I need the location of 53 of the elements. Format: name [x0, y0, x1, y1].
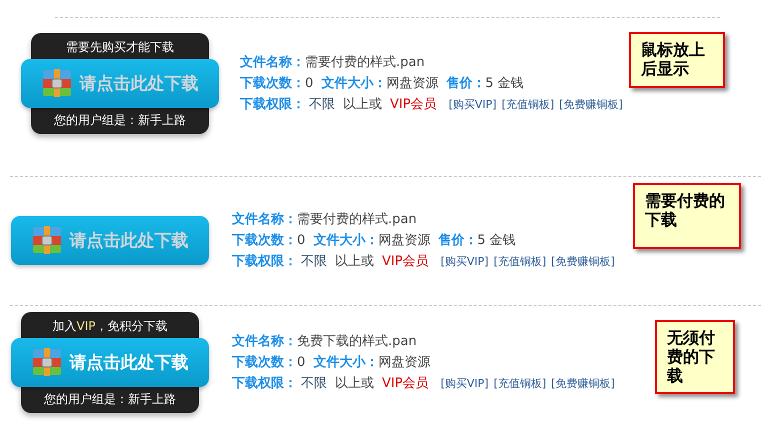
note: 鼠标放上后显示: [629, 32, 725, 88]
link[interactable]: [购买VIP]: [440, 254, 489, 269]
tooltip-text: 需要先购买才能下载: [66, 38, 174, 54]
link[interactable]: [免费赚铜板]: [551, 254, 615, 269]
field-label: 文件名称：: [232, 332, 297, 350]
field-label: 文件大小：: [313, 232, 378, 249]
field-label: 文件名称：: [240, 54, 305, 71]
vip-text: VIP会员: [390, 96, 437, 113]
link[interactable]: [购买VIP]: [448, 97, 497, 112]
link[interactable]: [充值铜板]: [494, 376, 546, 391]
vip-text: VIP会员: [382, 253, 429, 270]
archive-icon: [32, 348, 62, 376]
permission-value: 不限: [301, 375, 327, 392]
link[interactable]: [充值铜板]: [494, 254, 546, 269]
field-label: 文件大小：: [313, 354, 378, 371]
tooltip-text: 加入VIP，免积分下载: [52, 318, 168, 334]
field-value: 0: [305, 76, 314, 91]
vip-text: VIP会员: [382, 375, 429, 392]
note: 无须付费的下载: [655, 320, 735, 394]
field-label: 下载次数：: [232, 354, 297, 371]
field-value: 0: [297, 233, 306, 248]
field-value: 5 金钱: [477, 232, 516, 249]
permission-text: 以上或: [343, 96, 382, 113]
field-label: 下载权限：: [232, 375, 297, 392]
link[interactable]: [免费赚铜板]: [559, 97, 623, 112]
link[interactable]: [充值铜板]: [502, 97, 554, 112]
permission-text: 以上或: [335, 375, 374, 392]
permission-value: 不限: [309, 96, 335, 113]
field-label: 下载次数：: [232, 232, 297, 249]
field-value: 0: [297, 355, 306, 370]
user-group-text: 您的用户组是：新手上路: [44, 390, 176, 406]
permission-text: 以上或: [335, 253, 374, 270]
field-value: 需要付费的样式.pan: [297, 211, 417, 228]
field-label: 售价：: [438, 232, 478, 249]
permission-value: 不限: [301, 253, 327, 270]
field-label: 文件大小：: [321, 74, 386, 92]
note: 需要付费的下载: [633, 183, 741, 249]
field-label: 售价：: [446, 75, 486, 92]
field-value: 网盘资源: [378, 354, 430, 371]
link[interactable]: [购买VIP]: [440, 376, 489, 391]
user-group-text: 您的用户组是：新手上路: [54, 112, 186, 128]
archive-icon: [32, 226, 62, 254]
field-label: 下载权限：: [240, 96, 305, 113]
field-value: 5 金钱: [485, 75, 524, 92]
link[interactable]: [免费赚铜板]: [551, 376, 615, 391]
field-label: 下载次数：: [240, 75, 305, 92]
archive-icon: [42, 69, 72, 97]
field-value: 网盘资源: [386, 75, 438, 92]
field-value: 免费下载的样式.pan: [297, 333, 417, 350]
field-value: 网盘资源: [378, 232, 430, 249]
field-label: 下载权限：: [232, 253, 297, 270]
field-value: 需要付费的样式.pan: [305, 54, 425, 71]
field-label: 文件名称：: [232, 210, 297, 228]
